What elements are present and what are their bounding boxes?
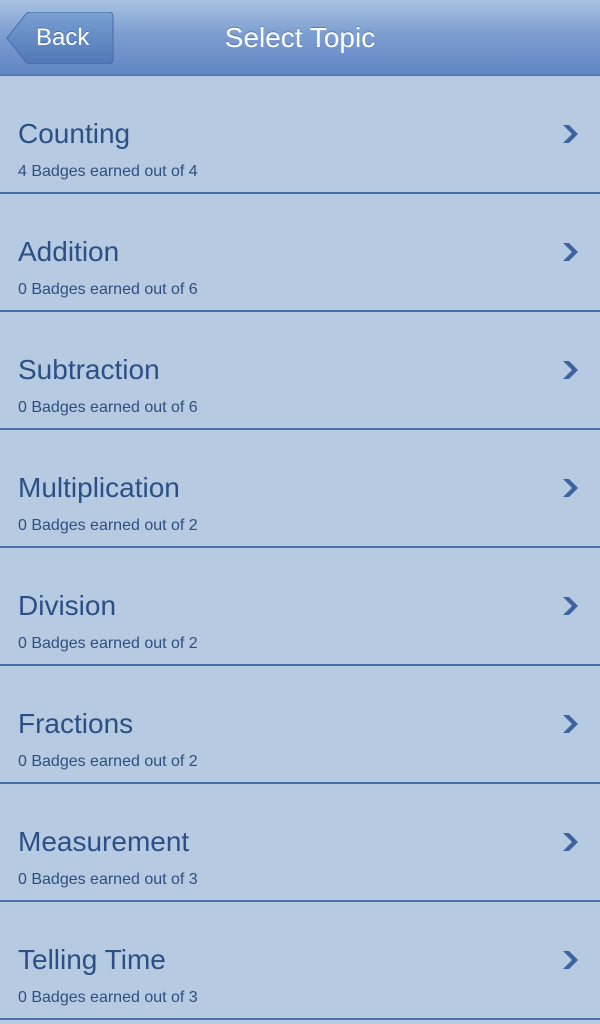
- topic-badge-count: 4 Badges earned out of 4: [18, 163, 198, 180]
- topic-badge-count: 0 Badges earned out of 3: [18, 871, 198, 888]
- topic-list: Counting 4 Badges earned out of 4 Additi…: [0, 76, 600, 1020]
- topic-row-addition[interactable]: Addition 0 Badges earned out of 6: [0, 194, 600, 312]
- chevron-right-icon: [563, 715, 578, 733]
- topic-badge-count: 0 Badges earned out of 6: [18, 399, 198, 416]
- topic-badge-count: 0 Badges earned out of 2: [18, 635, 198, 652]
- topic-row-subtraction[interactable]: Subtraction 0 Badges earned out of 6: [0, 312, 600, 430]
- chevron-right-icon: [563, 243, 578, 261]
- chevron-right-icon: [563, 361, 578, 379]
- topic-name: Telling Time: [18, 944, 166, 975]
- navigation-bar: Back Select Topic: [0, 0, 600, 76]
- topic-row-fractions[interactable]: Fractions 0 Badges earned out of 2: [0, 666, 600, 784]
- chevron-right-icon: [563, 125, 578, 143]
- chevron-right-icon: [563, 833, 578, 851]
- topic-badge-count: 0 Badges earned out of 3: [18, 989, 198, 1006]
- topic-row-division[interactable]: Division 0 Badges earned out of 2: [0, 548, 600, 666]
- topic-name: Multiplication: [18, 472, 180, 503]
- chevron-right-icon: [563, 479, 578, 497]
- topic-row-telling-time[interactable]: Telling Time 0 Badges earned out of 3: [0, 902, 600, 1020]
- topic-row-measurement[interactable]: Measurement 0 Badges earned out of 3: [0, 784, 600, 902]
- topic-name: Fractions: [18, 708, 134, 739]
- topic-name: Subtraction: [18, 354, 160, 385]
- topic-name: Addition: [18, 236, 120, 267]
- topic-badge-count: 0 Badges earned out of 2: [18, 753, 198, 770]
- topic-name: Measurement: [18, 826, 190, 857]
- back-button[interactable]: Back: [6, 12, 114, 64]
- back-button-label: Back: [36, 24, 90, 51]
- chevron-right-icon: [563, 597, 578, 615]
- topic-row-counting[interactable]: Counting 4 Badges earned out of 4: [0, 76, 600, 194]
- topic-name: Counting: [18, 118, 131, 149]
- topic-name: Division: [18, 590, 117, 621]
- topic-row-multiplication[interactable]: Multiplication 0 Badges earned out of 2: [0, 430, 600, 548]
- chevron-right-icon: [563, 951, 578, 969]
- topic-badge-count: 0 Badges earned out of 2: [18, 517, 198, 534]
- topic-badge-count: 0 Badges earned out of 6: [18, 281, 198, 298]
